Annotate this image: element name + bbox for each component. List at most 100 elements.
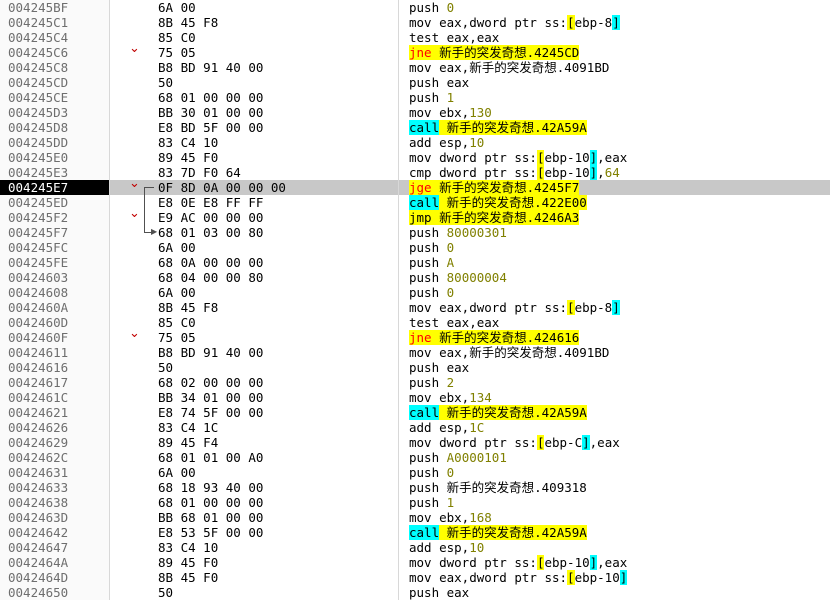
instruction-address[interactable]: 004245CE bbox=[0, 90, 110, 105]
instruction-row[interactable]: 0042460A 8B 45 F8 mov eax,dword ptr ss:[eb… bbox=[0, 300, 830, 315]
instruction-address[interactable]: 00424621 bbox=[0, 405, 110, 420]
instruction-row[interactable]: 00424626 83 C4 1C add esp,1C bbox=[0, 420, 830, 435]
opcode-byte: 83 bbox=[158, 420, 174, 435]
instruction-address[interactable]: 004245E0 bbox=[0, 150, 110, 165]
instruction-address[interactable]: 004245DD bbox=[0, 135, 110, 150]
instruction-row[interactable]: 004245C8 B8 BD 91 40 00 mov eax,新手的突发奇想.40… bbox=[0, 60, 830, 75]
instruction-row[interactable]: 004245FC 6A 00 push 0 bbox=[0, 240, 830, 255]
instruction-row[interactable]: 00424608 6A 00 push 0 bbox=[0, 285, 830, 300]
instruction-address[interactable]: 004245D8 bbox=[0, 120, 110, 135]
instruction-address[interactable]: 00424638 bbox=[0, 495, 110, 510]
instruction-address[interactable]: 0042464A bbox=[0, 555, 110, 570]
operand-bytes: 34 01 00 00 bbox=[180, 390, 264, 405]
instruction-address[interactable]: 00424608 bbox=[0, 285, 110, 300]
instruction-row[interactable]: 00424642 E8 53 5F 00 00 call 新手的突发奇想.42A59… bbox=[0, 525, 830, 540]
instruction-row[interactable]: 004245D8 E8 BD 5F 00 00 call 新手的突发奇想.42A59… bbox=[0, 120, 830, 135]
instruction-row[interactable]: 004245ED E8 0E E8 FF FF call 新手的突发奇想.422E0… bbox=[0, 195, 830, 210]
instruction-row[interactable]: 004245C4 85 C0 test eax,eax bbox=[0, 30, 830, 45]
chevron-down-icon[interactable]: ⌄ bbox=[129, 177, 140, 190]
instruction-row[interactable]: 004245BF 6A 00 push 0 bbox=[0, 0, 830, 15]
instruction-address[interactable]: 00424617 bbox=[0, 375, 110, 390]
selected-instruction-row[interactable]: 004245E7 ⌄ 0F 8D 0A 00 00 00 jge 新手的突发奇想.42… bbox=[0, 177, 830, 195]
operand-text: push bbox=[409, 285, 447, 300]
instruction-row[interactable]: 0042463D BB 68 01 00 00 mov ebx,168 bbox=[0, 510, 830, 525]
instruction-address[interactable]: 00424642 bbox=[0, 525, 110, 540]
instruction-address[interactable]: 004245E3 bbox=[0, 165, 110, 180]
instruction-row[interactable]: 00424611 B8 BD 91 40 00 mov eax,新手的突发奇想.40… bbox=[0, 345, 830, 360]
instruction-address[interactable]: 004245D3 bbox=[0, 105, 110, 120]
instruction-address[interactable]: 00424611 bbox=[0, 345, 110, 360]
instruction-address[interactable]: 0042460A bbox=[0, 300, 110, 315]
instruction-row[interactable]: 00424616 50 push eax bbox=[0, 360, 830, 375]
instruction-address[interactable]: 00424629 bbox=[0, 435, 110, 450]
instruction-bytes: 6A 00 bbox=[158, 240, 398, 255]
instruction-address[interactable]: 0042462C bbox=[0, 450, 110, 465]
instruction-row[interactable]: 004245F7 68 01 03 00 80 push 80000301 bbox=[0, 225, 830, 240]
instruction-address[interactable]: 004245BF bbox=[0, 0, 110, 15]
instruction-row[interactable]: 004245FE 68 0A 00 00 00 push A bbox=[0, 255, 830, 270]
instruction-address[interactable]: 004245ED bbox=[0, 195, 110, 210]
instruction-row[interactable]: 0042460D 85 C0 test eax,eax bbox=[0, 315, 830, 330]
instruction-row[interactable]: 004245F2 ⌄ E9 AC 00 00 00 jmp 新手的突发奇想.4246A… bbox=[0, 207, 830, 225]
instruction-bytes: E8 53 5F 00 00 bbox=[158, 525, 398, 540]
instruction-row[interactable]: 0042462C 68 01 01 00 A0 push A0000101 bbox=[0, 450, 830, 465]
instruction-row[interactable]: 004245D3 BB 30 01 00 00 mov ebx,130 bbox=[0, 105, 830, 120]
opcode-byte: E8 bbox=[158, 405, 174, 420]
instruction-address[interactable]: 004245C8 bbox=[0, 60, 110, 75]
instruction-row[interactable]: 00424633 68 18 93 40 00 push 新手的突发奇想.40931… bbox=[0, 480, 830, 495]
instruction-address[interactable]: 004245CD bbox=[0, 75, 110, 90]
mnemonic-call: call bbox=[409, 120, 440, 135]
instruction-row[interactable]: 00424629 89 45 F4 mov dword ptr ss:[ebp-C]… bbox=[0, 435, 830, 450]
instruction-address[interactable]: 00424631 bbox=[0, 465, 110, 480]
instruction-address[interactable]: 00424633 bbox=[0, 480, 110, 495]
instruction-row[interactable]: 00424621 E8 74 5F 00 00 call 新手的突发奇想.42A59… bbox=[0, 405, 830, 420]
instruction-row[interactable]: 0042460F ⌄ 75 05 jne 新手的突发奇想.424616 bbox=[0, 327, 830, 345]
chevron-down-icon[interactable]: ⌄ bbox=[129, 42, 140, 55]
instruction-row[interactable]: 004245C6 ⌄ 75 05 jne 新手的突发奇想.4245CD bbox=[0, 42, 830, 60]
instruction-address[interactable]: 00424647 bbox=[0, 540, 110, 555]
instruction-bytes: 89 45 F0 bbox=[158, 555, 398, 570]
instruction-address[interactable]: 004245F7 bbox=[0, 225, 110, 240]
instruction-bytes: 83 C4 1C bbox=[158, 420, 398, 435]
instruction-row[interactable]: 00424617 68 02 00 00 00 push 2 bbox=[0, 375, 830, 390]
instruction-row[interactable]: 004245CE 68 01 00 00 00 push 1 bbox=[0, 90, 830, 105]
instruction-row[interactable]: 00424638 68 01 00 00 00 push 1 bbox=[0, 495, 830, 510]
instruction-row[interactable]: 004245E0 89 45 F0 mov dword ptr ss:[ebp-10… bbox=[0, 150, 830, 165]
instruction-address[interactable]: 00424603 bbox=[0, 270, 110, 285]
instruction-address[interactable]: 004245E7 bbox=[0, 180, 110, 195]
instruction-row[interactable]: 004245DD 83 C4 10 add esp,10 bbox=[0, 135, 830, 150]
instruction-row[interactable]: 00424647 83 C4 10 add esp,10 bbox=[0, 540, 830, 555]
operand-bytes: 05 bbox=[180, 45, 196, 60]
instruction-address[interactable]: 0042464D bbox=[0, 570, 110, 585]
disassembly-text: push 1 bbox=[409, 90, 454, 105]
operand-highlight: 新手的突发奇想.422E00 bbox=[439, 195, 587, 210]
instruction-row[interactable]: 00424650 50 push eax bbox=[0, 585, 830, 600]
instruction-address[interactable]: 00424616 bbox=[0, 360, 110, 375]
instruction-address[interactable]: 00424626 bbox=[0, 420, 110, 435]
instruction-address[interactable]: 004245C6 bbox=[0, 45, 110, 60]
instruction-row[interactable]: 00424603 68 04 00 00 80 push 80000004 bbox=[0, 270, 830, 285]
column-divider bbox=[398, 540, 399, 555]
instruction-row[interactable]: 004245E3 83 7D F0 64 cmp dword ptr ss:[ebp… bbox=[0, 165, 830, 180]
instruction-address[interactable]: 004245C1 bbox=[0, 15, 110, 30]
instruction-address[interactable]: 0042460F bbox=[0, 330, 110, 345]
instruction-address[interactable]: 004245FE bbox=[0, 255, 110, 270]
operand-text: ,eax bbox=[597, 555, 628, 570]
chevron-down-icon[interactable]: ⌄ bbox=[129, 207, 140, 220]
instruction-address[interactable]: 0042463D bbox=[0, 510, 110, 525]
chevron-down-icon[interactable]: ⌄ bbox=[129, 327, 140, 340]
instruction-row[interactable]: 0042464A 89 45 F0 mov dword ptr ss:[ebp-10… bbox=[0, 555, 830, 570]
instruction-row[interactable]: 004245CD 50 push eax bbox=[0, 75, 830, 90]
instruction-row[interactable]: 0042461C BB 34 01 00 00 mov ebx,134 bbox=[0, 390, 830, 405]
instruction-row[interactable]: 004245C1 8B 45 F8 mov eax,dword ptr ss:[eb… bbox=[0, 15, 830, 30]
disassembly-view[interactable]: 004245BF 6A 00 push 0 004245C1 8B 45 F8 mov e… bbox=[0, 0, 830, 604]
instruction-address[interactable]: 00424650 bbox=[0, 585, 110, 600]
instruction-address[interactable]: 004245FC bbox=[0, 240, 110, 255]
opcode-byte: BB bbox=[158, 510, 174, 525]
instruction-address[interactable]: 0042460D bbox=[0, 315, 110, 330]
instruction-address[interactable]: 004245F2 bbox=[0, 210, 110, 225]
instruction-row[interactable]: 00424631 6A 00 push 0 bbox=[0, 465, 830, 480]
instruction-address[interactable]: 0042461C bbox=[0, 390, 110, 405]
instruction-row[interactable]: 0042464D 8B 45 F0 mov eax,dword ptr ss:[eb… bbox=[0, 570, 830, 585]
instruction-address[interactable]: 004245C4 bbox=[0, 30, 110, 45]
